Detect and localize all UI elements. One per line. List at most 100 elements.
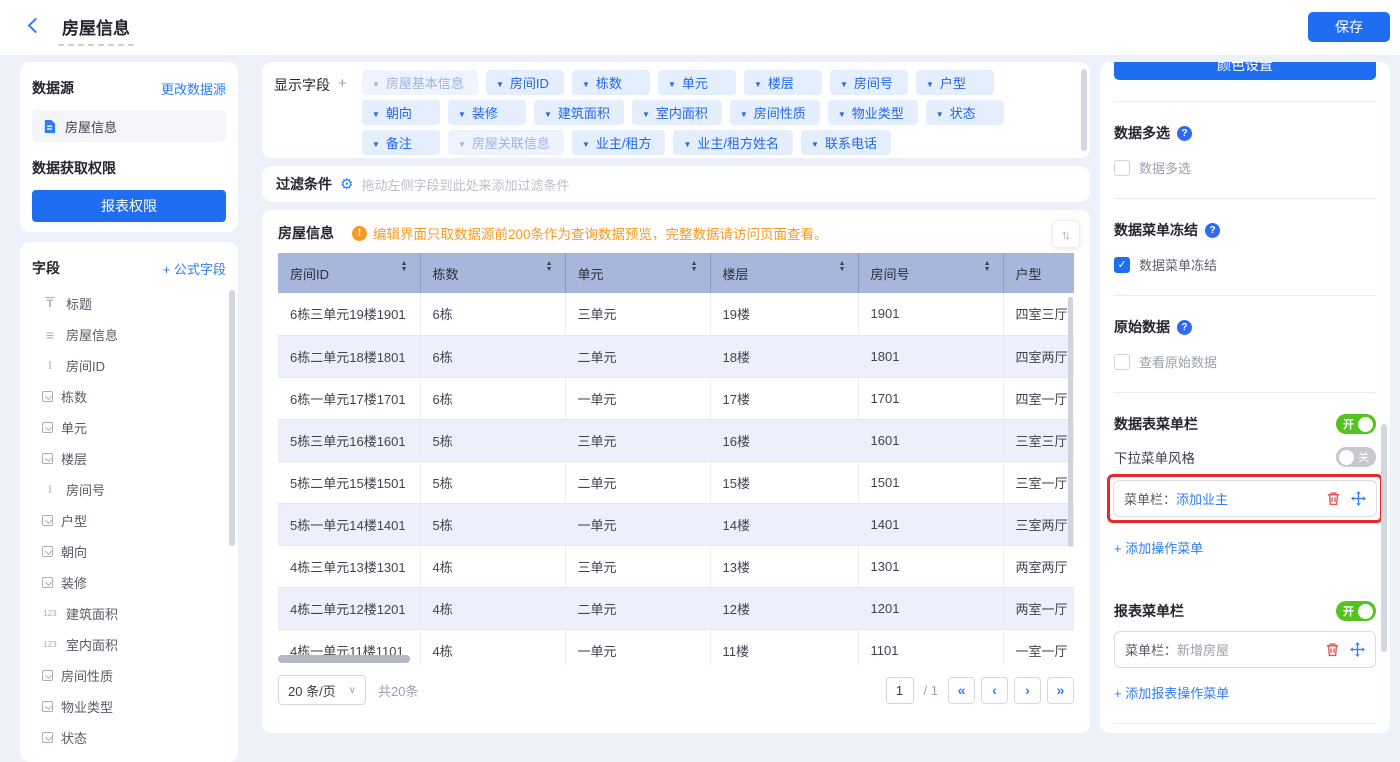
display-field-chip[interactable]: 室内面积 [632, 100, 722, 125]
menu-item-name-link[interactable]: 添加业主 [1176, 492, 1228, 507]
display-field-chip[interactable]: 朝向 [362, 100, 440, 125]
gear-icon[interactable]: ⚙ [340, 175, 353, 193]
fields-scrollbar[interactable] [229, 290, 235, 546]
table-column-header[interactable]: 楼层 ▲▼ [710, 253, 858, 293]
report-menu-item[interactable]: 菜单栏：新增房屋 [1114, 631, 1376, 668]
help-icon[interactable]: ? [1205, 223, 1220, 238]
table-scrollbar[interactable] [1068, 297, 1073, 547]
field-item[interactable]: 物业类型 [32, 691, 226, 722]
add-formula-field-link[interactable]: + 公式字段 [163, 259, 226, 278]
checkbox-checked-icon [1114, 257, 1130, 273]
multi-select-checkbox[interactable]: 数据多选 [1114, 158, 1376, 177]
last-page-button[interactable]: » [1047, 677, 1074, 704]
change-datasource-link[interactable]: 更改数据源 [161, 79, 226, 98]
table-row[interactable]: 6栋二单元18楼18016栋二单元18楼1801四室两厅 [278, 335, 1074, 377]
report-permission-button[interactable]: 报表权限 [32, 190, 226, 222]
display-field-chip[interactable]: 装修 [448, 100, 526, 125]
table-menu-toggle[interactable]: 开 [1336, 414, 1376, 434]
first-page-button[interactable]: « [948, 677, 975, 704]
save-button[interactable]: 保存 [1308, 12, 1390, 42]
next-page-button[interactable]: › [1014, 677, 1041, 704]
field-item[interactable]: 房间号 [32, 474, 226, 505]
number-icon [42, 640, 58, 649]
sort-icon[interactable]: ▲▼ [546, 261, 553, 273]
field-item[interactable]: 房间ID [32, 350, 226, 381]
display-field-chip[interactable]: 房屋关联信息 [448, 130, 564, 155]
display-field-chip[interactable]: 栋数 [572, 70, 650, 95]
chips-scrollbar[interactable] [1081, 69, 1087, 151]
table-column-header[interactable]: 房间ID ▲▼ [278, 253, 420, 293]
field-item[interactable]: 室内面积 [32, 629, 226, 660]
table-cell: 11楼 [710, 629, 858, 665]
field-item[interactable]: 标题 [32, 288, 226, 319]
table-column-header[interactable]: 房间号 ▲▼ [858, 253, 1003, 293]
settings-scrollbar[interactable] [1381, 424, 1387, 652]
sort-icon[interactable]: ▲▼ [691, 261, 698, 273]
field-item[interactable]: 楼层 [32, 443, 226, 474]
field-item[interactable]: 栋数 [32, 381, 226, 412]
table-menu-item[interactable]: 菜单栏：添加业主 [1113, 480, 1377, 517]
display-field-chip[interactable]: 房间ID [486, 70, 564, 95]
display-field-chip[interactable]: 楼层 [744, 70, 822, 95]
table-cell: 4栋二单元12楼1201 [278, 587, 420, 629]
display-field-chip[interactable]: 房屋基本信息 [362, 70, 478, 95]
add-report-action-menu-link[interactable]: + 添加报表操作菜单 [1114, 683, 1229, 702]
display-field-chip[interactable]: 建筑面积 [534, 100, 624, 125]
display-field-chip[interactable]: 备注 [362, 130, 440, 155]
display-field-chip[interactable]: 物业类型 [828, 100, 918, 125]
display-field-chip[interactable]: 房间号 [830, 70, 908, 95]
field-item[interactable]: 单元 [32, 412, 226, 443]
current-page-input[interactable]: 1 [886, 677, 914, 704]
table-cell: 二单元 [565, 587, 710, 629]
field-item[interactable]: 装修 [32, 567, 226, 598]
table-cell: 16楼 [710, 419, 858, 461]
field-item[interactable]: 户型 [32, 505, 226, 536]
move-icon[interactable] [1350, 642, 1365, 657]
table-row[interactable]: 4栋三单元13楼13014栋三单元13楼1301两室两厅 [278, 545, 1074, 587]
display-field-chip[interactable]: 状态 [926, 100, 1004, 125]
display-field-chip[interactable]: 单元 [658, 70, 736, 95]
filter-section[interactable]: 过滤条件 ⚙ 拖动左侧字段到此处来添加过滤条件 [262, 166, 1090, 202]
field-item[interactable]: 建筑面积 [32, 598, 226, 629]
report-menu-toggle[interactable]: 开 [1336, 601, 1376, 621]
field-item[interactable]: 状态 [32, 722, 226, 753]
table-column-header[interactable]: 栋数 ▲▼ [420, 253, 565, 293]
table-column-header[interactable]: 单元 ▲▼ [565, 253, 710, 293]
table-row[interactable]: 6栋三单元19楼19016栋三单元19楼1901四室三厅 [278, 293, 1074, 335]
row-order-button[interactable]: ↑↓ [1052, 220, 1080, 248]
raw-data-checkbox[interactable]: 查看原始数据 [1114, 352, 1376, 371]
display-field-chip[interactable]: 房间性质 [730, 100, 820, 125]
table-row[interactable]: 5栋二单元15楼15015栋二单元15楼1501三室一厅 [278, 461, 1074, 503]
sort-icon[interactable]: ▲▼ [401, 261, 408, 273]
display-field-chip[interactable]: 业主/租方 [572, 130, 666, 155]
table-row[interactable]: 5栋三单元16楼16015栋三单元16楼1601三室三厅 [278, 419, 1074, 461]
horizontal-scrollbar[interactable] [278, 655, 410, 663]
delete-icon[interactable] [1325, 642, 1340, 657]
help-icon[interactable]: ? [1177, 126, 1192, 141]
display-field-chip[interactable]: 户型 [916, 70, 994, 95]
field-item[interactable]: 房间性质 [32, 660, 226, 691]
table-row[interactable]: 4栋二单元12楼12014栋二单元12楼1201两室一厅 [278, 587, 1074, 629]
permission-title: 数据获取权限 [32, 158, 226, 178]
delete-icon[interactable] [1326, 491, 1341, 506]
dropdown-style-toggle[interactable]: 关 [1336, 447, 1376, 467]
sort-icon[interactable]: ▲▼ [839, 261, 846, 273]
add-action-menu-link[interactable]: + 添加操作菜单 [1114, 538, 1203, 557]
menu-freeze-checkbox[interactable]: 数据菜单冻结 [1114, 255, 1376, 274]
add-display-field-icon[interactable]: + [338, 75, 347, 150]
display-field-chip[interactable]: 业主/租方姓名 [673, 130, 793, 155]
color-settings-button[interactable]: 颜色设置 [1114, 62, 1376, 80]
field-item[interactable]: 房屋信息 [32, 319, 226, 350]
sort-icon[interactable]: ▲▼ [984, 261, 991, 273]
prev-page-button[interactable]: ‹ [981, 677, 1008, 704]
help-icon[interactable]: ? [1177, 320, 1192, 335]
table-row[interactable]: 6栋一单元17楼17016栋一单元17楼1701四室一厅 [278, 377, 1074, 419]
page-size-select[interactable]: 20 条/页 ∨ [278, 675, 366, 705]
table-row[interactable]: 5栋一单元14楼14015栋一单元14楼1401三室两厅 [278, 503, 1074, 545]
field-item[interactable]: 朝向 [32, 536, 226, 567]
display-field-chip[interactable]: 联系电话 [801, 130, 891, 155]
datasource-item[interactable]: 房屋信息 [32, 110, 226, 142]
table-column-header[interactable]: 户型 ▲▼ [1003, 253, 1074, 293]
move-icon[interactable] [1351, 491, 1366, 506]
back-icon[interactable] [28, 18, 44, 34]
